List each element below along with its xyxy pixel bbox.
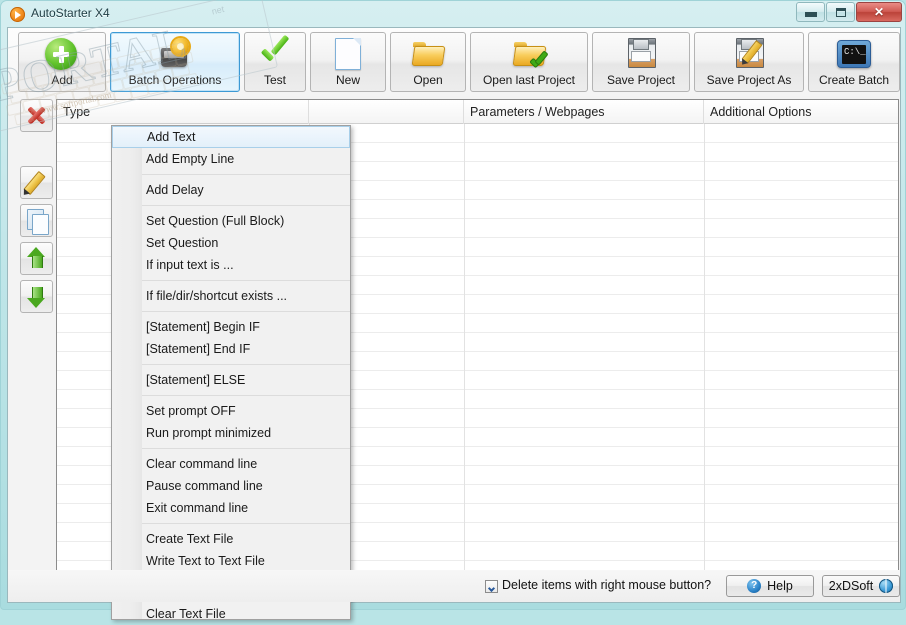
close-button[interactable]: ✕ [856, 2, 902, 22]
toolbar-button-test[interactable]: Test [244, 32, 306, 92]
delete-item-button[interactable] [20, 99, 53, 132]
title-bar[interactable]: AutoStarter X4 ✕ [1, 1, 906, 27]
floppy-save-icon [624, 38, 658, 70]
toolbar-button-open-last-project[interactable]: Open last Project [470, 32, 588, 92]
toolbar-button-add[interactable]: Add [18, 32, 106, 92]
help-icon: ? [747, 579, 762, 593]
grid-column-divider [464, 124, 465, 595]
help-button[interactable]: ? Help [726, 575, 814, 597]
toolbar-button-open[interactable]: Open [390, 32, 466, 92]
menu-item-clear-text-file[interactable]: Clear Text File [142, 603, 350, 625]
menu-item-add-empty-line[interactable]: Add Empty Line [142, 148, 350, 170]
menu-item-add-text[interactable]: Add Text [112, 126, 350, 148]
menu-separator [142, 523, 350, 524]
toolbar-button-save-project-as[interactable]: Save Project As [694, 32, 804, 92]
brand-button[interactable]: 2xDSoft [822, 575, 900, 597]
toolbar-button-batch-operations[interactable]: Batch Operations [110, 32, 240, 92]
brand-button-label: 2xDSoft [828, 579, 874, 593]
batch-gear-icon [158, 38, 192, 70]
app-icon [10, 7, 25, 22]
delete-with-right-mouse-label[interactable]: Delete items with right mouse button? [502, 578, 711, 592]
folder-check-icon [512, 38, 547, 70]
help-button-label: Help [767, 579, 793, 593]
green-arrow-down-icon [27, 285, 46, 308]
menu-item-write-text-to-text-file[interactable]: Write Text to Text File [142, 550, 350, 572]
grid-header: Type Parameters / Webpages Additional Op… [57, 100, 898, 124]
menu-separator [142, 311, 350, 312]
client-area: Add Batch Operations Test New Open Open … [7, 27, 901, 621]
window-controls: ✕ [795, 2, 902, 23]
menu-item-statement-begin-if[interactable]: [Statement] Begin IF [142, 316, 350, 338]
menu-item-set-question-full-block[interactable]: Set Question (Full Block) [142, 210, 350, 232]
minimize-icon [804, 12, 817, 17]
maximize-icon [835, 7, 846, 17]
toolbar-button-save-project[interactable]: Save Project [592, 32, 690, 92]
menu-separator [142, 395, 350, 396]
menu-separator [142, 174, 350, 175]
toolbar-button-new[interactable]: New [310, 32, 386, 92]
green-check-icon [258, 38, 292, 70]
menu-separator [142, 364, 350, 365]
grid-header-additional-options[interactable]: Additional Options [704, 100, 898, 124]
window-title: AutoStarter X4 [31, 6, 110, 20]
app-window: AutoStarter X4 ✕ Add Batch Operations Te… [0, 0, 906, 621]
grid-header-parameters[interactable]: Parameters / Webpages [464, 100, 704, 124]
duplicate-item-button[interactable] [20, 204, 53, 237]
main-toolbar: Add Batch Operations Test New Open Open … [8, 28, 900, 96]
minimize-button[interactable] [796, 2, 825, 22]
menu-item-set-prompt-off[interactable]: Set prompt OFF [142, 400, 350, 422]
menu-separator [142, 448, 350, 449]
status-bar: Delete items with right mouse button? ? … [8, 570, 900, 602]
floppy-pencil-icon [732, 38, 766, 70]
toolbar-button-create-batch[interactable]: Create Batch [808, 32, 900, 92]
batch-operations-context-menu[interactable]: Add Text Add Empty Line Add Delay Set Quest… [111, 125, 351, 621]
grid-header-blank[interactable] [309, 100, 464, 124]
pencil-icon [23, 170, 46, 196]
green-arrow-up-icon [27, 247, 46, 270]
menu-item-create-text-file[interactable]: Create Text File [142, 528, 350, 550]
globe-icon [879, 579, 894, 593]
grid-column-divider [704, 124, 705, 595]
menu-item-add-delay[interactable]: Add Delay [142, 179, 350, 201]
menu-item-statement-end-if[interactable]: [Statement] End IF [142, 338, 350, 360]
command-prompt-icon [837, 38, 871, 70]
move-item-up-button[interactable] [20, 242, 53, 275]
menu-separator [142, 205, 350, 206]
menu-separator [142, 280, 350, 281]
new-document-icon [331, 38, 365, 70]
maximize-button[interactable] [826, 2, 855, 22]
menu-item-if-input-text-is[interactable]: If input text is ... [142, 254, 350, 276]
menu-item-run-prompt-minimized[interactable]: Run prompt minimized [142, 422, 350, 444]
menu-item-clear-command-line[interactable]: Clear command line [142, 453, 350, 475]
menu-icon-gutter [112, 126, 143, 619]
add-plus-icon [45, 38, 79, 70]
move-item-down-button[interactable] [20, 280, 53, 313]
menu-item-pause-command-line[interactable]: Pause command line [142, 475, 350, 497]
close-icon: ✕ [873, 5, 885, 19]
edit-item-button[interactable] [20, 166, 53, 199]
menu-item-set-question[interactable]: Set Question [142, 232, 350, 254]
menu-item-statement-else[interactable]: [Statement] ELSE [142, 369, 350, 391]
menu-items-pane: Add Text Add Empty Line Add Delay Set Quest… [112, 126, 350, 621]
menu-item-exit-command-line[interactable]: Exit command line [142, 497, 350, 519]
grid-header-type[interactable]: Type [57, 100, 309, 124]
open-folder-icon [411, 38, 446, 70]
menu-item-if-file-dir-shortcut-exists[interactable]: If file/dir/shortcut exists ... [142, 285, 350, 307]
delete-with-right-mouse-checkbox[interactable] [485, 580, 498, 593]
